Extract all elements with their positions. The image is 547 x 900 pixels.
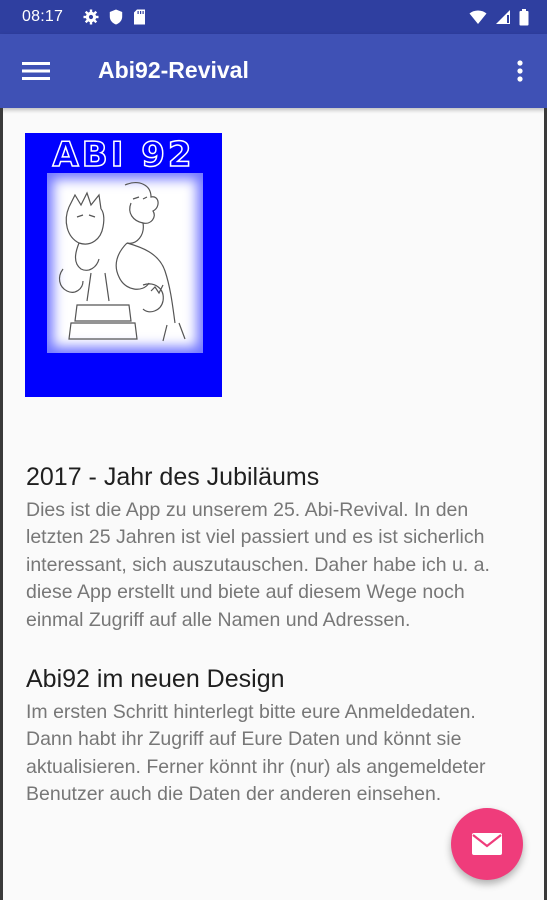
app-title: Abi92-Revival <box>98 57 249 83</box>
main-content: 2017 - Jahr des Jubiläums Dies ist die A… <box>26 462 526 839</box>
logo-text: ABI 92 <box>52 134 195 176</box>
section-body: Im ersten Schritt hinterlegt bitte eure … <box>26 701 486 806</box>
hamburger-menu-icon <box>22 62 50 80</box>
status-bar: 08:17 <box>0 0 547 34</box>
signal-icon <box>496 10 510 24</box>
window-frame-left <box>0 108 3 900</box>
status-icons-right <box>469 0 529 34</box>
wifi-icon <box>469 10 487 24</box>
status-time: 08:17 <box>22 8 64 25</box>
abi92-logo: ABI 92 <box>25 133 222 397</box>
app-bar: Abi92-Revival <box>0 34 547 108</box>
section-title: Abi92 im neuen Design <box>26 665 285 694</box>
status-icons-left <box>83 9 146 25</box>
more-vertical-icon <box>517 60 523 82</box>
overflow-menu-button[interactable] <box>513 56 527 86</box>
gear-icon <box>83 9 99 25</box>
section-title: 2017 - Jahr des Jubiläums <box>26 463 320 491</box>
menu-button[interactable] <box>22 58 50 84</box>
section-jubilaeum: 2017 - Jahr des Jubiläums Dies ist die A… <box>26 462 526 634</box>
shield-icon <box>109 9 123 25</box>
logo-cartoon-image <box>47 173 203 353</box>
section-neues-design: Abi92 im neuen Design Im ersten Schritt … <box>26 664 526 809</box>
mail-fab-button[interactable] <box>451 808 523 880</box>
battery-icon <box>519 8 529 25</box>
cartoon-sketch-icon <box>58 182 186 342</box>
section-body: Dies ist die App zu unserem 25. Abi-Revi… <box>26 499 490 631</box>
mail-icon <box>472 833 502 855</box>
sd-card-icon <box>134 9 146 25</box>
